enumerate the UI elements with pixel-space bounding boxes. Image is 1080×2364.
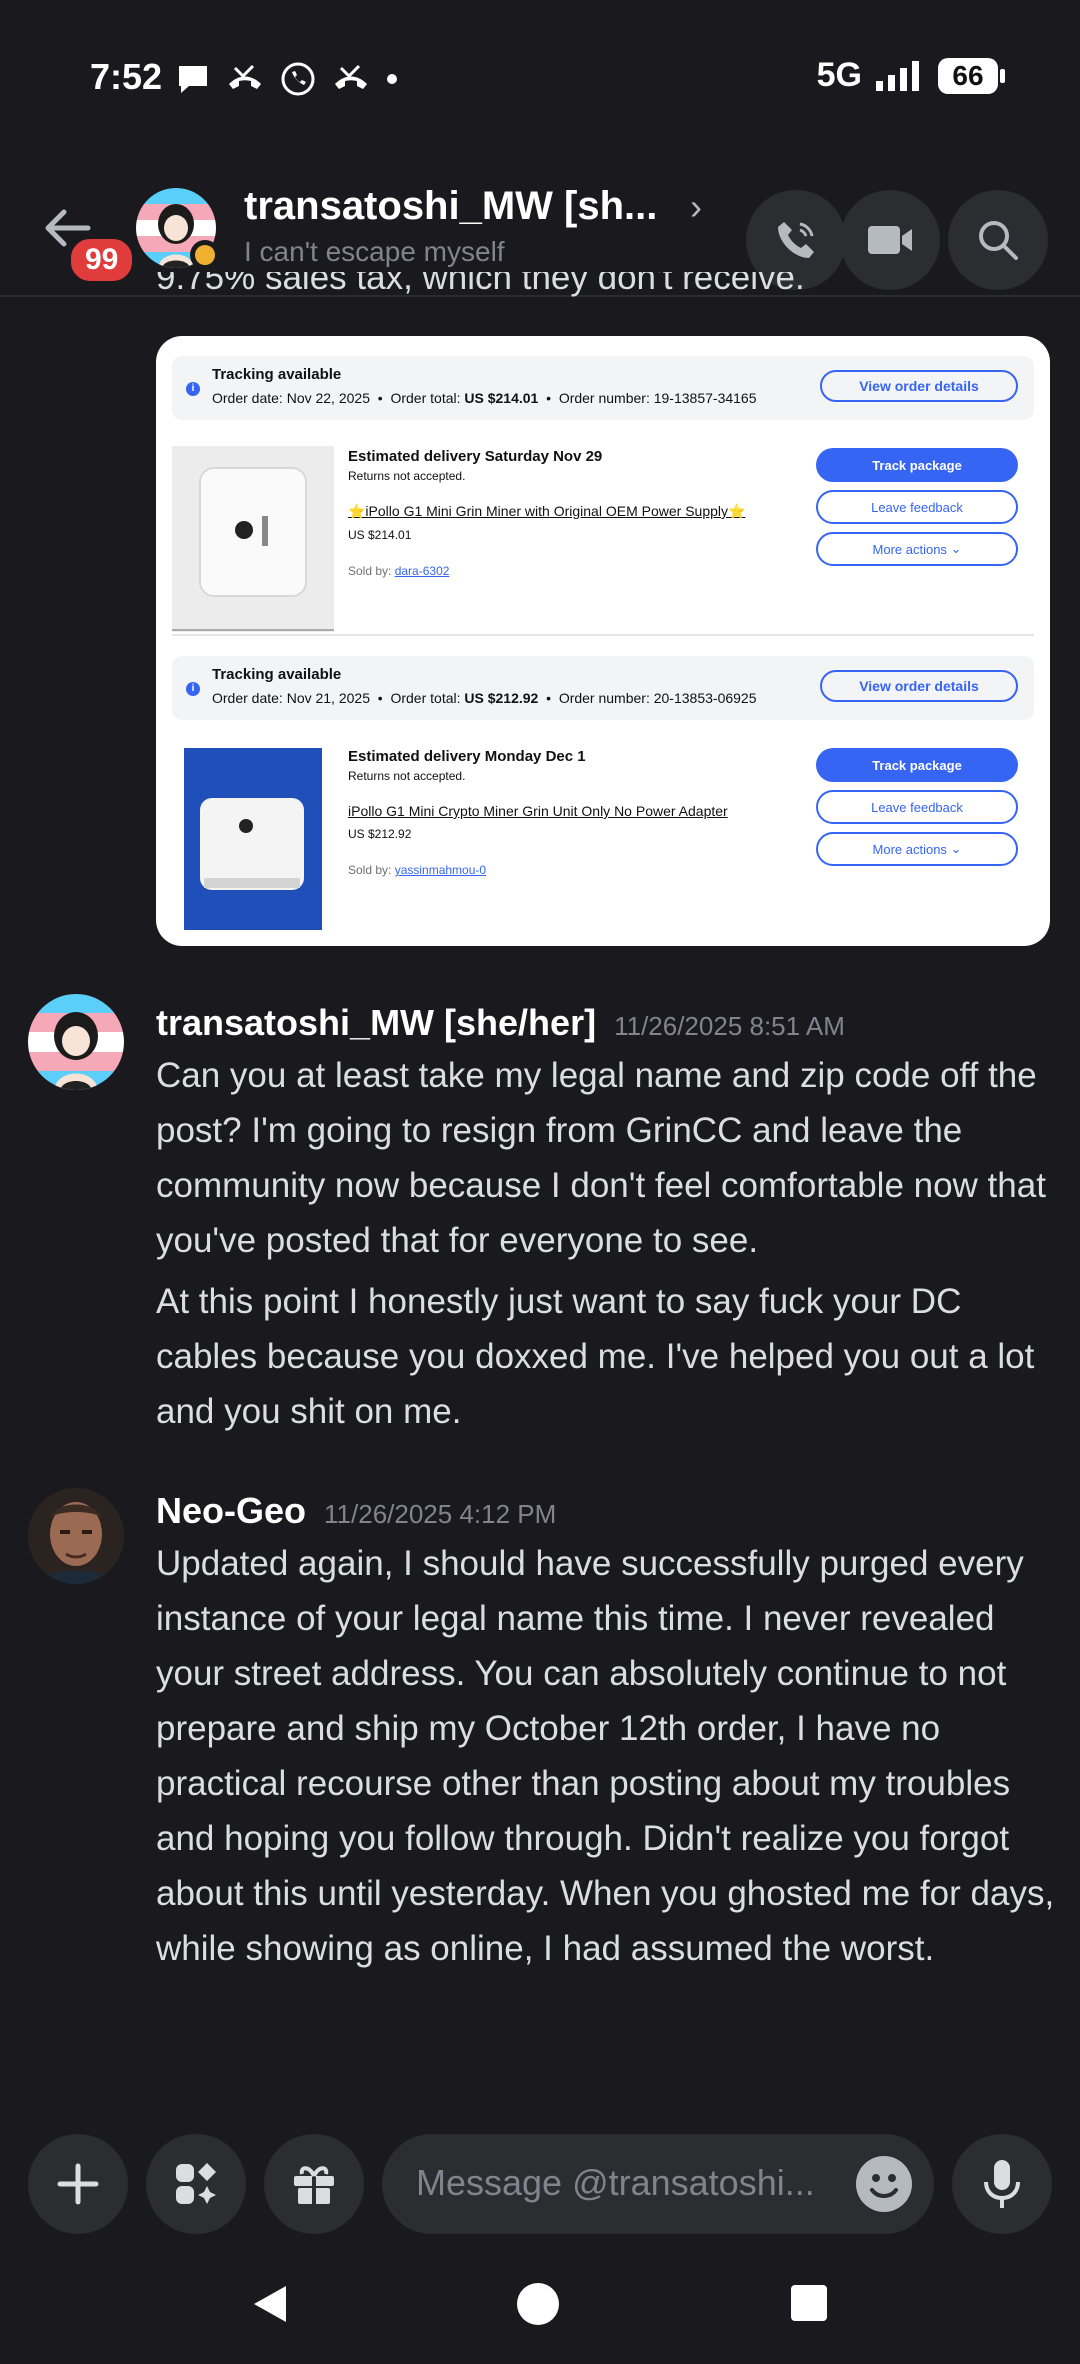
message-author[interactable]: Neo-Geo 11/26/2025 4:12 PM bbox=[156, 1490, 556, 1532]
message-content: Can you at least take my legal name and … bbox=[156, 1048, 1056, 1439]
video-call-button[interactable] bbox=[840, 190, 940, 290]
whatsapp-icon bbox=[281, 62, 315, 96]
custom-status: I can't escape myself bbox=[244, 236, 505, 267]
seller-info: Sold by: yassinmahmou-0 bbox=[348, 863, 487, 877]
dot-icon bbox=[387, 74, 397, 84]
previous-message-text: 9.75% sales tax, which they don't receiv… bbox=[156, 272, 805, 297]
search-button[interactable] bbox=[948, 190, 1048, 290]
product-price: US $212.92 bbox=[348, 827, 412, 841]
avatar[interactable] bbox=[28, 994, 124, 1090]
product-info: Estimated delivery Monday Dec 1 Returns … bbox=[348, 748, 728, 877]
gift-icon bbox=[294, 2166, 334, 2204]
more-actions-button[interactable]: More actions ⌄ bbox=[816, 532, 1018, 566]
microphone-icon bbox=[984, 2160, 1020, 2208]
channel-name[interactable]: transatoshi_MW [sh... bbox=[244, 184, 657, 229]
order-meta: Order date: Nov 21, 2025 • Order total: … bbox=[212, 690, 757, 706]
view-order-details-button[interactable]: View order details bbox=[820, 670, 1018, 702]
order-card: i Tracking available Order date: Nov 21,… bbox=[172, 656, 1034, 936]
message-composer: Message @transatoshi... bbox=[0, 2110, 1080, 2250]
battery-icon: 66 bbox=[938, 57, 1005, 94]
order-header: i Tracking available Order date: Nov 21,… bbox=[172, 656, 1034, 720]
leave-feedback-button[interactable]: Leave feedback bbox=[816, 790, 1018, 824]
voice-message-button[interactable] bbox=[952, 2134, 1052, 2234]
missed-call-icon bbox=[335, 64, 367, 89]
signal-icon bbox=[876, 60, 919, 91]
plus-icon bbox=[57, 2163, 99, 2205]
product-image bbox=[184, 748, 322, 930]
nav-recents-icon[interactable] bbox=[790, 2284, 828, 2322]
message-timestamp: 11/26/2025 4:12 PM bbox=[324, 1499, 557, 1529]
info-icon: i bbox=[186, 682, 200, 696]
message-timestamp: 11/26/2025 8:51 AM bbox=[614, 1011, 845, 1041]
message-paragraph: Can you at least take my legal name and … bbox=[156, 1056, 1046, 1260]
avatar[interactable] bbox=[28, 1488, 124, 1584]
chat-bubble-icon bbox=[179, 66, 207, 93]
tracking-status: Tracking available bbox=[212, 666, 342, 683]
chevron-down-icon: ⌄ bbox=[950, 541, 962, 556]
emoji-button[interactable] bbox=[856, 2156, 912, 2212]
chevron-right-icon[interactable]: › bbox=[690, 186, 702, 228]
network-label: 5G bbox=[816, 56, 862, 94]
track-package-button[interactable]: Track package bbox=[816, 448, 1018, 482]
nav-back-icon[interactable] bbox=[250, 2282, 290, 2326]
video-camera-icon bbox=[868, 226, 912, 254]
order-card: i Tracking available Order date: Nov 22,… bbox=[172, 356, 1034, 636]
product-title-link[interactable]: iPollo G1 Mini Crypto Miner Grin Unit On… bbox=[348, 803, 728, 819]
view-order-details-button[interactable]: View order details bbox=[820, 370, 1018, 402]
more-actions-button[interactable]: More actions ⌄ bbox=[816, 832, 1018, 866]
leave-feedback-button[interactable]: Leave feedback bbox=[816, 490, 1018, 524]
nav-home-icon[interactable] bbox=[516, 2282, 560, 2326]
idle-status-icon bbox=[190, 240, 220, 270]
tracking-status: Tracking available bbox=[212, 366, 342, 383]
product-image bbox=[172, 446, 334, 632]
info-icon: i bbox=[186, 382, 200, 396]
chevron-down-icon: ⌄ bbox=[950, 841, 962, 856]
apps-button[interactable] bbox=[146, 2134, 246, 2234]
seller-link[interactable]: dara-6302 bbox=[395, 564, 450, 578]
phone-icon bbox=[778, 222, 814, 258]
unread-badge: 99 bbox=[66, 234, 138, 286]
message-paragraph: At this point I honestly just want to sa… bbox=[156, 1282, 1035, 1431]
product-info: Estimated delivery Saturday Nov 29 Retur… bbox=[348, 448, 745, 578]
message-input[interactable]: Message @transatoshi... bbox=[382, 2134, 934, 2234]
message-author[interactable]: transatoshi_MW [she/her] 11/26/2025 8:51 … bbox=[156, 1002, 845, 1044]
order-header: i Tracking available Order date: Nov 22,… bbox=[172, 356, 1034, 420]
missed-call-icon bbox=[229, 64, 261, 89]
message-paragraph: Updated again, I should have successfull… bbox=[156, 1544, 1055, 1968]
track-package-button[interactable]: Track package bbox=[816, 748, 1018, 782]
estimated-delivery: Estimated delivery Saturday Nov 29 bbox=[348, 448, 603, 465]
system-nav-bar bbox=[0, 2250, 1080, 2364]
product-title-link[interactable]: ⭐iPollo G1 Mini Grin Miner with Original… bbox=[348, 503, 745, 520]
divider bbox=[172, 634, 1034, 636]
returns-policy: Returns not accepted. bbox=[348, 769, 466, 783]
status-bar: 7:52 5G 66 bbox=[0, 0, 1080, 160]
estimated-delivery: Estimated delivery Monday Dec 1 bbox=[348, 748, 586, 765]
returns-policy: Returns not accepted. bbox=[348, 469, 466, 483]
apps-icon bbox=[176, 2163, 216, 2204]
image-attachment[interactable]: i Tracking available Order date: Nov 22,… bbox=[156, 336, 1050, 946]
notification-icons bbox=[175, 60, 399, 98]
status-time: 7:52 bbox=[90, 56, 163, 97]
attach-button[interactable] bbox=[28, 2134, 128, 2234]
gift-button[interactable] bbox=[264, 2134, 364, 2234]
smiley-icon bbox=[870, 2174, 898, 2198]
search-icon bbox=[979, 221, 1018, 260]
order-meta: Order date: Nov 22, 2025 • Order total: … bbox=[212, 390, 757, 406]
product-price: US $214.01 bbox=[348, 528, 412, 542]
seller-info: Sold by: dara-6302 bbox=[348, 564, 450, 578]
message-content: Updated again, I should have successfull… bbox=[156, 1536, 1056, 1976]
seller-link[interactable]: yassinmahmou-0 bbox=[395, 863, 486, 877]
